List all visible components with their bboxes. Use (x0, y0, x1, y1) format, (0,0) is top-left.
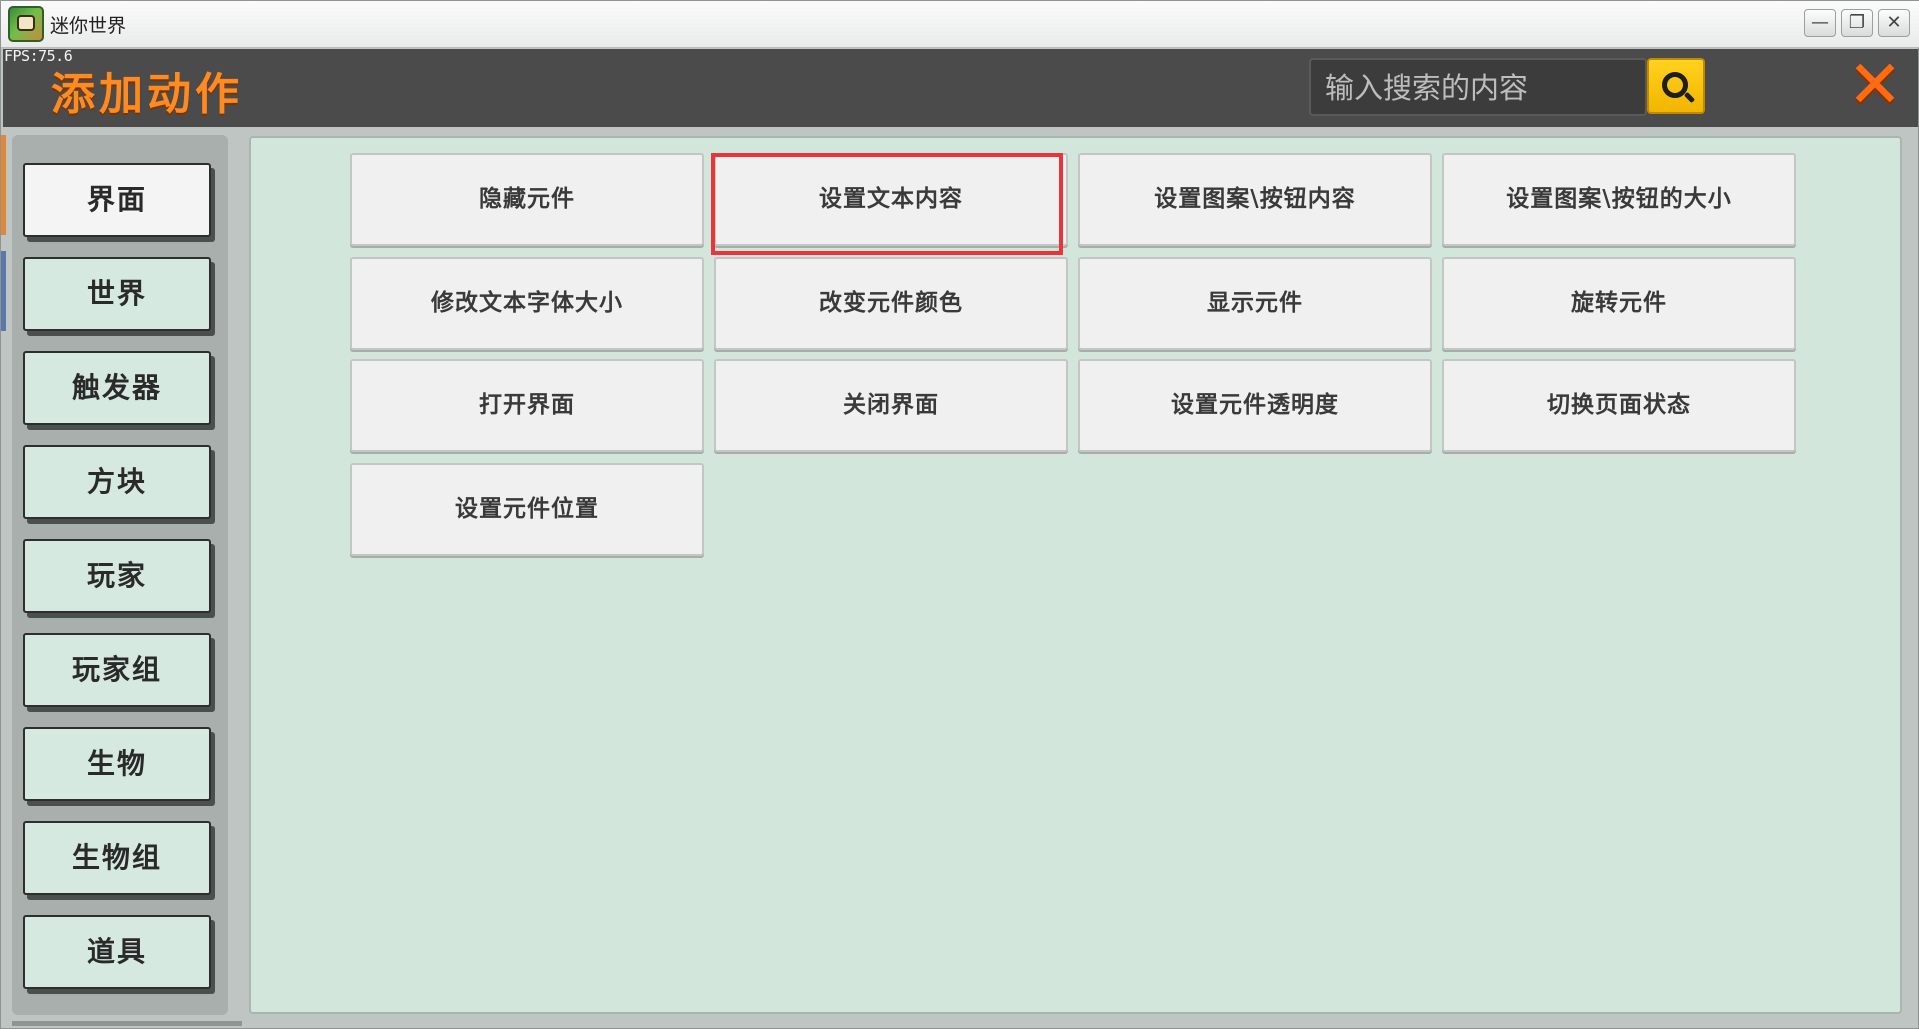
category-sidebar: 界面 世界 触发器 方块 玩家 玩家组 生物 生物组 道具 (12, 135, 228, 1015)
action-switch-page-state[interactable]: 切换页面状态 (1442, 359, 1796, 452)
search-box (1309, 58, 1647, 116)
sidebar-item-trigger[interactable]: 触发器 (23, 351, 211, 425)
page-title: 添加动作 (51, 69, 243, 120)
action-set-text-content[interactable]: 设置文本内容 (714, 153, 1068, 246)
title-bar: 迷你世界 — ❐ ✕ (1, 1, 1919, 48)
action-change-element-color[interactable]: 改变元件颜色 (714, 257, 1068, 350)
action-set-element-position[interactable]: 设置元件位置 (350, 463, 704, 556)
search-icon-handle (1683, 91, 1696, 104)
action-set-pattern-button-size[interactable]: 设置图案\按钮的大小 (1442, 153, 1796, 246)
action-show-element[interactable]: 显示元件 (1078, 257, 1432, 350)
close-icon[interactable]: ✕ (1878, 9, 1910, 37)
left-edge-accent (1, 135, 6, 235)
game-window: 迷你世界 — ❐ ✕ FPS:75.6 添加动作 ✕ 界面 世界 触发器 方块 … (0, 0, 1919, 1029)
sidebar-item-block[interactable]: 方块 (23, 445, 211, 519)
action-set-element-opacity[interactable]: 设置元件透明度 (1078, 359, 1432, 452)
action-close-ui[interactable]: 关闭界面 (714, 359, 1068, 452)
action-open-ui[interactable]: 打开界面 (350, 359, 704, 452)
action-rotate-element[interactable]: 旋转元件 (1442, 257, 1796, 350)
sidebar-item-item[interactable]: 道具 (23, 915, 211, 989)
sidebar-item-world[interactable]: 世界 (23, 257, 211, 331)
action-hide-element[interactable]: 隐藏元件 (350, 153, 704, 246)
left-edge-accent-2 (1, 251, 6, 331)
restore-icon[interactable]: ❐ (1841, 9, 1873, 37)
sidebar-scroll-track (12, 1021, 242, 1026)
close-x-icon[interactable]: ✕ (1843, 52, 1907, 118)
sidebar-item-ui[interactable]: 界面 (23, 163, 211, 237)
search-input[interactable] (1325, 68, 1625, 108)
sidebar-item-player-group[interactable]: 玩家组 (23, 633, 211, 707)
sidebar-item-creature[interactable]: 生物 (23, 727, 211, 801)
action-change-font-size[interactable]: 修改文本字体大小 (350, 257, 704, 350)
search-button[interactable] (1647, 58, 1705, 114)
window-title: 迷你世界 (50, 15, 127, 37)
sidebar-item-player[interactable]: 玩家 (23, 539, 211, 613)
action-set-pattern-button-content[interactable]: 设置图案\按钮内容 (1078, 153, 1432, 246)
sidebar-item-creature-group[interactable]: 生物组 (23, 821, 211, 895)
app-icon (8, 6, 44, 42)
minimize-icon[interactable]: — (1804, 9, 1836, 37)
